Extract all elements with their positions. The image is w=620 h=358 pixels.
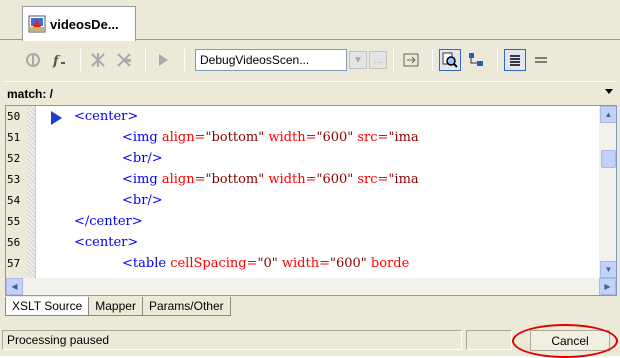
chevron-down-icon[interactable] [605, 89, 613, 94]
run-icon[interactable] [152, 49, 174, 71]
line-number: 56 [7, 236, 21, 249]
tree-icon[interactable] [465, 49, 487, 71]
code-text: <center> [74, 235, 139, 250]
horizontal-scrollbar[interactable]: ◀ ▶ [6, 278, 616, 295]
find-icon[interactable] [439, 49, 461, 71]
code-line: 57 <table cellSpacing="0" width="600" bo… [6, 253, 606, 274]
line-number: 54 [7, 194, 21, 207]
toolbar-separator [145, 49, 146, 71]
toolbar-separator [184, 49, 185, 71]
function-icon[interactable]: f [48, 49, 70, 71]
scroll-down-icon[interactable]: ▼ [600, 261, 616, 278]
match-label: match: / [7, 86, 54, 101]
line-number: 50 [7, 110, 21, 123]
step-into-icon[interactable] [87, 49, 109, 71]
toolbar-separator [432, 49, 433, 71]
code-line: 55 </center> [6, 211, 606, 232]
code-line: 51 <img align="bottom" width="600" src="… [6, 127, 606, 148]
document-tab-strip: videosDe... [0, 0, 620, 41]
code-text: <br/> [122, 151, 163, 166]
scroll-up-icon[interactable]: ▲ [600, 106, 616, 123]
document-tab-label: videosDe... [50, 16, 119, 32]
dropdown-arrow-icon[interactable]: ▼ [349, 51, 367, 69]
status-panel [466, 330, 512, 350]
match-bar[interactable]: match: / [5, 81, 617, 105]
xslt-file-icon [28, 15, 46, 33]
scroll-right-icon[interactable]: ▶ [599, 278, 616, 295]
vertical-scroll-thumb[interactable] [601, 150, 616, 168]
ellipsis-icon[interactable]: … [369, 51, 387, 69]
code-line: 53 <img align="bottom" width="600" src="… [6, 169, 606, 190]
code-line: 50 <center> [6, 106, 606, 127]
document-tab[interactable]: videosDe... [22, 6, 136, 41]
highlight-ring [512, 324, 618, 358]
code-text: <center> [74, 109, 139, 124]
scenario-select[interactable]: DebugVideosScen... [195, 49, 347, 71]
line-number: 57 [7, 257, 21, 270]
tab-params-other[interactable]: Params/Other [141, 297, 231, 316]
toolbar-separator [393, 49, 394, 71]
code-text: </center> [74, 214, 143, 229]
xslt-source-editor[interactable]: 50 <center> 51 <img align="bottom" width… [5, 105, 617, 296]
lines-icon[interactable] [530, 49, 552, 71]
status-bar: Processing paused Cancel [0, 322, 620, 358]
assign-icon[interactable] [400, 49, 422, 71]
code-line: 54 <br/> [6, 190, 606, 211]
scroll-left-icon[interactable]: ◀ [6, 278, 23, 295]
vertical-scrollbar[interactable]: ▲ ▼ [599, 106, 616, 278]
toolbar-separator [497, 49, 498, 71]
code-text: <br/> [122, 193, 163, 208]
xslt-debugger-window: videosDe... f DebugVideosScen... ▼ … mat… [0, 0, 620, 358]
debug-toolbar: f DebugVideosScen... ▼ … [0, 41, 620, 79]
toolbar-separator [80, 49, 81, 71]
status-text: Processing paused [2, 330, 462, 350]
line-number: 55 [7, 215, 21, 228]
line-number: 51 [7, 131, 21, 144]
code-text: <img align="bottom" width="600" src="ima [122, 172, 419, 187]
code-text: <img align="bottom" width="600" src="ima [122, 130, 419, 145]
tab-mapper[interactable]: Mapper [88, 297, 143, 316]
line-number: 52 [7, 152, 21, 165]
svg-text:f: f [52, 54, 61, 69]
indent-icon[interactable] [504, 49, 526, 71]
debug-step-icon[interactable] [22, 49, 44, 71]
step-out-icon[interactable] [113, 49, 135, 71]
bottom-tab-bar: XSLT Source Mapper Params/Other [5, 297, 617, 319]
code-line: 56 <center> [6, 232, 606, 253]
code-text: <table cellSpacing="0" width="600" borde [122, 256, 410, 271]
tab-xslt-source[interactable]: XSLT Source [5, 297, 90, 316]
code-line: 52 <br/> [6, 148, 606, 169]
line-number: 53 [7, 173, 21, 186]
